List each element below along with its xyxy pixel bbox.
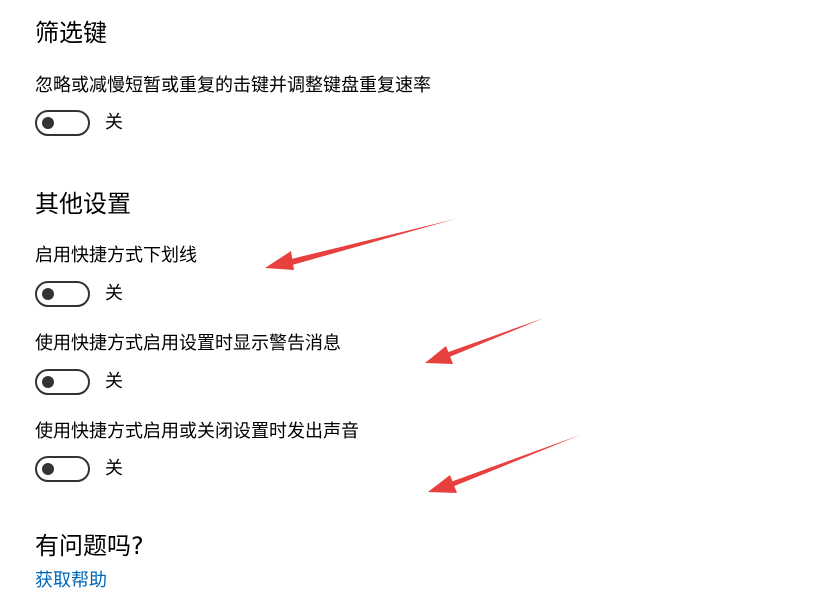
help-heading: 有问题吗?	[35, 532, 144, 560]
arrow-head	[425, 346, 453, 364]
toggle-knob	[42, 117, 54, 129]
arrow-head	[428, 475, 457, 493]
arrow-shaft	[283, 219, 455, 267]
arrow-shaft	[440, 318, 544, 360]
sound-toggle[interactable]	[35, 456, 90, 482]
filter-keys-toggle[interactable]	[35, 110, 90, 136]
filter-keys-toggle-state: 关	[105, 112, 123, 133]
arrow-sound	[428, 435, 580, 493]
sound-toggle-row: 关	[35, 456, 123, 482]
warning-message-label: 使用快捷方式启用设置时显示警告消息	[35, 333, 341, 354]
sound-label: 使用快捷方式启用或关闭设置时发出声音	[35, 421, 359, 442]
sound-toggle-state: 关	[105, 458, 123, 479]
arrow-warning-message	[425, 318, 544, 364]
warning-message-toggle[interactable]	[35, 369, 90, 395]
underline-shortcuts-label: 启用快捷方式下划线	[35, 245, 197, 266]
arrow-shaft	[445, 435, 580, 489]
get-help-link[interactable]: 获取帮助	[35, 572, 107, 590]
underline-shortcuts-toggle-row: 关	[35, 281, 123, 307]
other-settings-heading: 其他设置	[35, 190, 131, 218]
filter-keys-heading: 筛选键	[35, 19, 107, 47]
settings-page: 筛选键 忽略或减慢短暂或重复的击键并调整键盘重复速率 关 其他设置 启用快捷方式…	[0, 0, 818, 611]
filter-keys-description: 忽略或减慢短暂或重复的击键并调整键盘重复速率	[35, 75, 431, 96]
arrow-head	[265, 251, 294, 270]
filter-keys-toggle-row: 关	[35, 110, 123, 136]
arrow-underline-shortcuts	[265, 219, 455, 270]
underline-shortcuts-toggle[interactable]	[35, 281, 90, 307]
warning-message-toggle-row: 关	[35, 369, 123, 395]
toggle-knob	[42, 288, 54, 300]
underline-shortcuts-toggle-state: 关	[105, 283, 123, 304]
toggle-knob	[42, 463, 54, 475]
toggle-knob	[42, 376, 54, 388]
warning-message-toggle-state: 关	[105, 371, 123, 392]
